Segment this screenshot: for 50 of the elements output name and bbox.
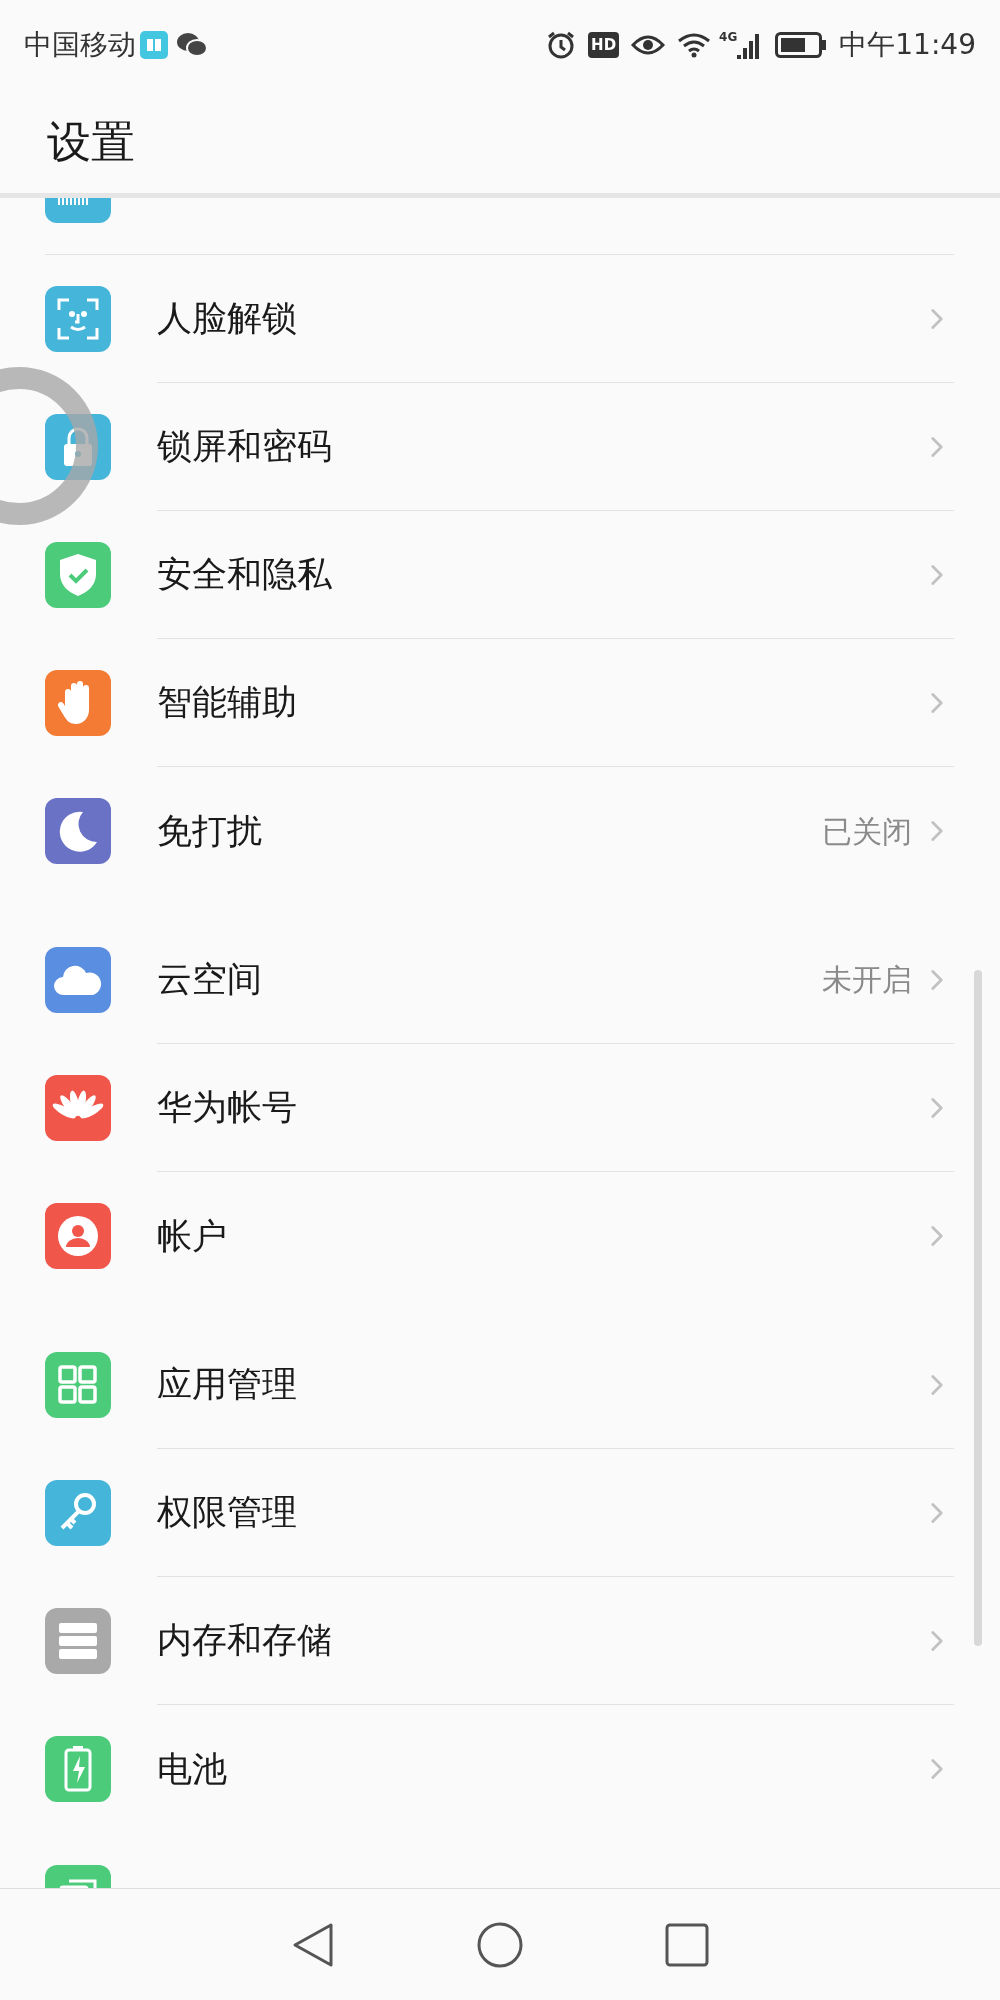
item-label: 权限管理	[157, 1491, 298, 1535]
settings-item[interactable]: 智能辅助	[0, 639, 1000, 767]
carrier-name: 中国移动	[24, 27, 136, 63]
settings-item[interactable]: 权限管理	[0, 1449, 1000, 1577]
alarm-icon	[546, 30, 577, 60]
hd-badge: HD	[588, 32, 620, 58]
item-label: 人脸解锁	[157, 297, 298, 341]
moon-icon	[45, 798, 111, 864]
settings-item[interactable]: 锁屏和密码	[0, 383, 1000, 511]
page-title: 设置	[47, 114, 135, 169]
wifi-icon	[677, 32, 712, 58]
settings-item[interactable]: 内存和存储	[0, 1577, 1000, 1705]
item-value: 未开启	[822, 961, 912, 999]
settings-item[interactable]: 应用管理	[0, 1321, 1000, 1449]
item-label: 免打扰	[157, 809, 263, 853]
clock-time: 中午11:49	[839, 27, 976, 63]
settings-item[interactable]: 云空间 未开启	[0, 916, 1000, 1044]
item-label: 应用管理	[157, 1363, 298, 1407]
person-icon	[45, 1203, 111, 1269]
settings-item[interactable]: 华为帐号	[0, 1044, 1000, 1172]
settings-item[interactable]: 免打扰 已关闭	[0, 767, 1000, 895]
item-label: 帐户	[157, 1214, 228, 1258]
battery-icon	[45, 1736, 111, 1802]
recents-icon[interactable]	[665, 1922, 710, 1967]
item-label: 内存和存储	[157, 1619, 333, 1663]
item-label: 华为帐号	[157, 1086, 298, 1130]
grid-icon	[45, 1352, 111, 1418]
item-label: 电池	[157, 1747, 228, 1791]
cloud-icon	[45, 947, 111, 1013]
network-type: 4G	[719, 31, 738, 43]
item-label: 安全和隐私	[157, 553, 333, 597]
settings-item[interactable]: 人脸解锁	[0, 255, 1000, 383]
item-value: 已关闭	[822, 812, 912, 851]
settings-item[interactable]: 安全和隐私	[0, 511, 1000, 639]
book-icon	[140, 31, 168, 59]
hand-icon	[45, 670, 111, 736]
key-icon	[45, 1480, 111, 1546]
storage-icon	[45, 1608, 111, 1674]
settings-item[interactable]: 帐户	[0, 1172, 1000, 1300]
face-icon	[45, 286, 111, 352]
eye-icon	[631, 33, 666, 57]
item-label: 云空间	[157, 958, 263, 1002]
item-label: 智能辅助	[157, 681, 298, 725]
petals-icon	[45, 1075, 111, 1141]
home-icon[interactable]	[476, 1920, 524, 1969]
shield-icon	[45, 542, 111, 608]
settings-item[interactable]: 电池	[0, 1705, 1000, 1833]
battery-icon	[775, 32, 828, 58]
signal-icon	[737, 31, 762, 59]
item-label: 锁屏和密码	[157, 425, 333, 469]
